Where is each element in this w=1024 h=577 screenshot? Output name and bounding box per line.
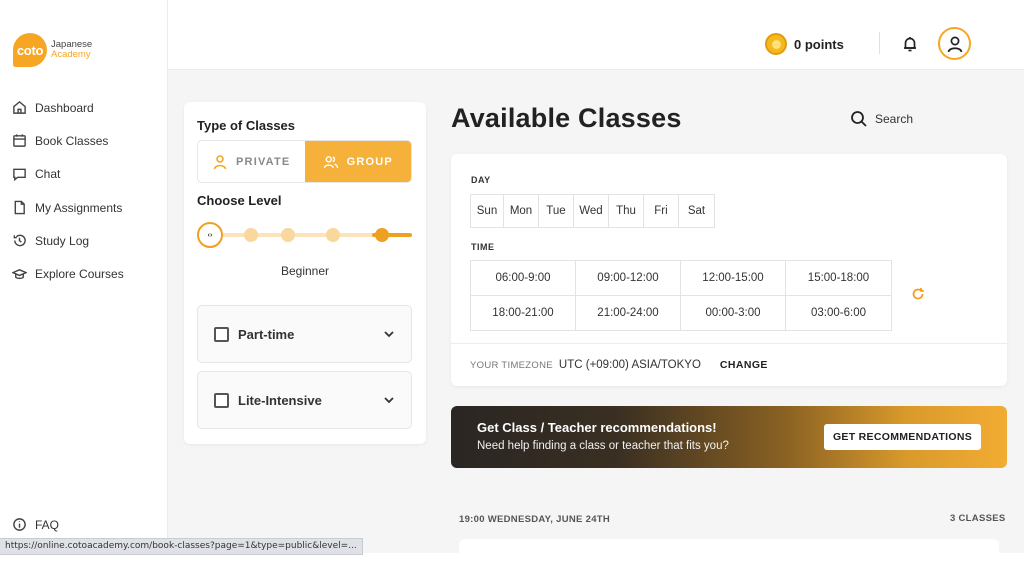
sidebar-item-explore-courses[interactable]: Explore Courses: [12, 257, 124, 290]
history-icon: [13, 234, 26, 247]
sidebar-item-study-log[interactable]: Study Log: [12, 224, 124, 257]
points-label: 0 points: [794, 36, 844, 52]
user-icon: [213, 154, 227, 169]
day-label: DAY: [471, 175, 491, 185]
schedule-filter-card: DAY Sun Mon Tue Wed Thu Fri Sat TIME 06:…: [451, 154, 1007, 386]
class-date-heading: 19:00 WEDNESDAY, JUNE 24TH: [459, 514, 611, 525]
day-selector: Sun Mon Tue Wed Thu Fri Sat: [470, 194, 715, 228]
class-count: 3 CLASSES: [950, 513, 1006, 524]
time-label: TIME: [471, 242, 495, 252]
filter-panel: Type of Classes PRIVATE GROUP Choose Lev…: [184, 102, 426, 444]
time-option[interactable]: 18:00-21:00: [471, 295, 576, 330]
level-step[interactable]: [326, 228, 340, 242]
group-button[interactable]: GROUP: [304, 141, 411, 182]
refresh-icon[interactable]: [911, 287, 925, 301]
header-divider: [879, 32, 880, 54]
info-icon: [13, 518, 26, 531]
time-option[interactable]: 09:00-12:00: [576, 261, 681, 296]
day-option[interactable]: Tue: [539, 195, 574, 227]
level-step[interactable]: [281, 228, 295, 242]
search-button[interactable]: Search: [850, 110, 913, 128]
sidebar-item-label: My Assignments: [35, 200, 123, 215]
private-button[interactable]: PRIVATE: [198, 141, 305, 182]
recommendations-banner: Get Class / Teacher recommendations! Nee…: [451, 406, 1007, 468]
timezone-row: YOUR TIMEZONE UTC (+09:00) ASIA/TOKYO CH…: [451, 343, 1007, 386]
level-step[interactable]: [244, 228, 258, 242]
part-time-label: Part-time: [238, 326, 295, 342]
search-icon: [851, 111, 867, 127]
logo[interactable]: coto Japanese Academy: [13, 33, 92, 67]
sidebar-nav: Dashboard Book Classes Chat My Assignmen…: [12, 91, 124, 291]
choose-level-title: Choose Level: [197, 193, 282, 208]
status-bar-url: https://online.cotoacademy.com/book-clas…: [0, 538, 363, 555]
private-label: PRIVATE: [236, 155, 291, 168]
calendar-icon: [13, 134, 26, 148]
sidebar-item-label: Dashboard: [35, 100, 94, 115]
user-icon: [947, 36, 962, 52]
graduation-cap-icon: [12, 268, 27, 279]
day-option[interactable]: Thu: [609, 195, 644, 227]
sidebar-item-book-classes[interactable]: Book Classes: [12, 124, 124, 157]
logo-badge: coto: [13, 33, 47, 67]
change-timezone-link[interactable]: CHANGE: [720, 359, 768, 371]
sidebar-item-dashboard[interactable]: Dashboard: [12, 91, 124, 124]
sidebar-item-my-assignments[interactable]: My Assignments: [12, 191, 124, 224]
chat-icon: [13, 168, 26, 181]
chevron-down-icon[interactable]: [383, 394, 395, 406]
top-header: 0 points: [168, 0, 1024, 70]
sidebar-item-label: FAQ: [35, 517, 60, 532]
sidebar: coto Japanese Academy Dashboard Book Cla…: [0, 0, 168, 553]
group-label: GROUP: [346, 155, 393, 168]
day-option[interactable]: Wed: [574, 195, 609, 227]
page-title: Available Classes: [451, 103, 682, 133]
get-recommendations-button[interactable]: GET RECOMMENDATIONS: [824, 424, 981, 450]
lite-intensive-checkbox[interactable]: [214, 392, 229, 408]
day-option[interactable]: Sun: [471, 195, 504, 227]
document-icon: [14, 200, 25, 215]
banner-subtitle: Need help finding a class or teacher tha…: [477, 440, 729, 452]
time-option[interactable]: 15:00-18:00: [786, 261, 891, 296]
class-type-toggle: PRIVATE GROUP: [197, 140, 412, 183]
time-option[interactable]: 06:00-9:00: [471, 261, 576, 296]
points-display[interactable]: 0 points: [765, 33, 844, 55]
part-time-option[interactable]: Part-time: [197, 305, 412, 363]
lite-intensive-option[interactable]: Lite-Intensive: [197, 371, 412, 429]
search-label: Search: [875, 112, 914, 126]
coin-icon: [765, 33, 787, 55]
time-option[interactable]: 03:00-6:00: [786, 296, 891, 331]
main-content: Type of Classes PRIVATE GROUP Choose Lev…: [168, 70, 1024, 559]
page-bottom: [0, 553, 1024, 577]
sidebar-item-label: Study Log: [35, 233, 90, 248]
sidebar-item-label: Explore Courses: [35, 267, 124, 282]
banner-title: Get Class / Teacher recommendations!: [477, 420, 717, 435]
timezone-label: YOUR TIMEZONE: [470, 359, 553, 371]
level-slider[interactable]: ‹›: [197, 222, 412, 248]
day-option[interactable]: Sat: [679, 195, 714, 227]
level-slider-handle[interactable]: ‹›: [197, 222, 223, 248]
user-avatar-button[interactable]: [938, 27, 971, 60]
bell-icon[interactable]: [901, 35, 919, 53]
home-icon: [13, 101, 26, 114]
time-option[interactable]: 21:00-24:00: [576, 295, 681, 330]
sidebar-item-label: Chat: [35, 167, 61, 182]
time-option[interactable]: 00:00-3:00: [681, 295, 786, 330]
sidebar-item-label: Book Classes: [35, 133, 109, 148]
timezone-value: UTC (+09:00) ASIA/TOKYO: [558, 359, 701, 371]
level-label: Beginner: [280, 264, 330, 278]
day-option[interactable]: Fri: [644, 195, 679, 227]
time-selector: 06:00-9:00 09:00-12:00 12:00-15:00 15:00…: [470, 260, 892, 331]
chevron-down-icon[interactable]: [383, 328, 395, 340]
group-icon: [323, 155, 338, 168]
sidebar-item-faq[interactable]: FAQ: [12, 517, 59, 532]
lite-intensive-label: Lite-Intensive: [238, 392, 322, 408]
logo-line-2: Academy: [51, 49, 91, 60]
level-step[interactable]: [375, 228, 389, 242]
sidebar-item-chat[interactable]: Chat: [12, 158, 124, 191]
time-option[interactable]: 12:00-15:00: [681, 261, 786, 296]
part-time-checkbox[interactable]: [214, 326, 229, 342]
type-of-classes-title: Type of Classes: [197, 118, 296, 133]
day-option[interactable]: Mon: [504, 195, 539, 227]
